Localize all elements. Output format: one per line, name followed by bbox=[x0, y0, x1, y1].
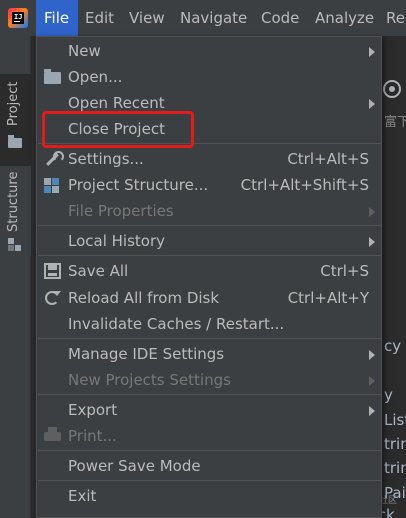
menu-item-project-structure[interactable]: Project Structure... Ctrl+Alt+Shift+S bbox=[38, 172, 381, 198]
menu-item-label: File Properties bbox=[68, 202, 174, 220]
menu-item-label: Save All bbox=[68, 262, 129, 280]
highlight-annotation bbox=[42, 111, 194, 148]
submenu-arrow-icon bbox=[369, 207, 375, 217]
menu-item-shortcut: Ctrl+Alt+S bbox=[287, 150, 369, 168]
menu-item-label: Settings... bbox=[68, 150, 144, 168]
menu-item-power-save-mode[interactable]: Power Save Mode bbox=[38, 453, 381, 479]
project-tab-label: Project bbox=[6, 81, 21, 126]
menu-item-label: Invalidate Caches / Restart... bbox=[68, 315, 285, 333]
menu-item-shortcut: Ctrl+Alt+Y bbox=[287, 289, 369, 307]
left-tool-strip: Project Structure bbox=[0, 36, 31, 518]
printer-icon bbox=[44, 427, 61, 441]
menu-item-label: Exit bbox=[68, 487, 97, 505]
menu-separator bbox=[38, 255, 381, 256]
menu-bar: IJ File Edit View Navigate Code Analyze … bbox=[0, 0, 406, 36]
app-icon-text: IJ bbox=[14, 13, 23, 21]
bg-code-2: y bbox=[384, 386, 393, 404]
bg-code-1: cy bbox=[384, 337, 402, 355]
menu-item-exit[interactable]: Exit bbox=[38, 483, 381, 509]
save-icon bbox=[44, 263, 61, 279]
menu-item-print: Print... bbox=[38, 423, 381, 449]
submenu-arrow-icon bbox=[369, 99, 375, 109]
menu-item-settings[interactable]: Settings... Ctrl+Alt+S bbox=[38, 146, 381, 172]
menu-separator bbox=[38, 225, 381, 226]
menu-item-label: Reload All from Disk bbox=[68, 289, 220, 307]
menu-analyze[interactable]: Analyze bbox=[315, 0, 374, 36]
reload-icon bbox=[45, 291, 61, 305]
menu-item-local-history[interactable]: Local History bbox=[38, 228, 381, 254]
menu-separator bbox=[38, 450, 381, 451]
submenu-arrow-icon bbox=[369, 406, 375, 416]
bg-code-5: trin bbox=[384, 459, 406, 477]
menu-refactor[interactable]: Re bbox=[386, 0, 405, 36]
bg-cjk-text: 富下 bbox=[384, 115, 406, 130]
menu-file[interactable]: File bbox=[36, 0, 78, 36]
menu-separator bbox=[38, 394, 381, 395]
gear-icon[interactable] bbox=[383, 80, 401, 98]
menu-item-label: Local History bbox=[68, 232, 166, 250]
menu-item-label: Manage IDE Settings bbox=[68, 345, 225, 363]
menu-item-file-properties: File Properties bbox=[38, 198, 381, 224]
menu-item-label: New Projects Settings bbox=[68, 371, 231, 389]
menu-item-shortcut: Ctrl+Alt+Shift+S bbox=[240, 176, 369, 194]
menu-code[interactable]: Code bbox=[261, 0, 299, 36]
submenu-arrow-icon bbox=[369, 47, 375, 57]
menu-item-label: Export bbox=[68, 401, 118, 419]
bg-code-4: tring bbox=[384, 435, 406, 453]
menu-item-label: New bbox=[68, 42, 101, 60]
menu-separator bbox=[38, 480, 381, 481]
file-menu-dropdown: New Open... Open Recent Close Project Se… bbox=[36, 36, 382, 518]
menu-item-invalidate-caches[interactable]: Invalidate Caches / Restart... bbox=[38, 311, 381, 337]
submenu-arrow-icon bbox=[369, 376, 375, 386]
menu-item-save-all[interactable]: Save All Ctrl+S bbox=[38, 258, 381, 284]
folder-icon bbox=[44, 69, 61, 84]
project-structure-icon bbox=[44, 177, 61, 193]
submenu-arrow-icon bbox=[369, 237, 375, 247]
menu-item-manage-ide-settings[interactable]: Manage IDE Settings bbox=[38, 341, 381, 367]
bg-code-3: List bbox=[384, 411, 406, 429]
menu-item-reload-all[interactable]: Reload All from Disk Ctrl+Alt+Y bbox=[38, 285, 381, 311]
menu-item-new[interactable]: New bbox=[38, 38, 381, 64]
structure-icon bbox=[8, 238, 22, 252]
menu-item-label: Power Save Mode bbox=[68, 457, 201, 475]
menu-item-new-projects-settings: New Projects Settings bbox=[38, 367, 381, 393]
menu-navigate[interactable]: Navigate bbox=[180, 0, 247, 36]
structure-tab-label: Structure bbox=[6, 171, 21, 232]
menu-item-label: Print... bbox=[68, 427, 117, 445]
menu-item-open[interactable]: Open... bbox=[38, 64, 381, 90]
menu-separator bbox=[38, 338, 381, 339]
menu-edit[interactable]: Edit bbox=[85, 0, 114, 36]
intellij-logo-icon: IJ bbox=[8, 8, 28, 28]
project-folder-icon bbox=[8, 135, 22, 148]
wrench-icon bbox=[44, 151, 64, 167]
menu-item-export[interactable]: Export bbox=[38, 397, 381, 423]
menu-view[interactable]: View bbox=[129, 0, 165, 36]
menu-item-label: Project Structure... bbox=[68, 176, 209, 194]
submenu-arrow-icon bbox=[369, 350, 375, 360]
menu-item-shortcut: Ctrl+S bbox=[320, 262, 369, 280]
structure-tool-tab[interactable]: Structure bbox=[0, 166, 31, 256]
menu-item-label: Open... bbox=[68, 68, 123, 86]
